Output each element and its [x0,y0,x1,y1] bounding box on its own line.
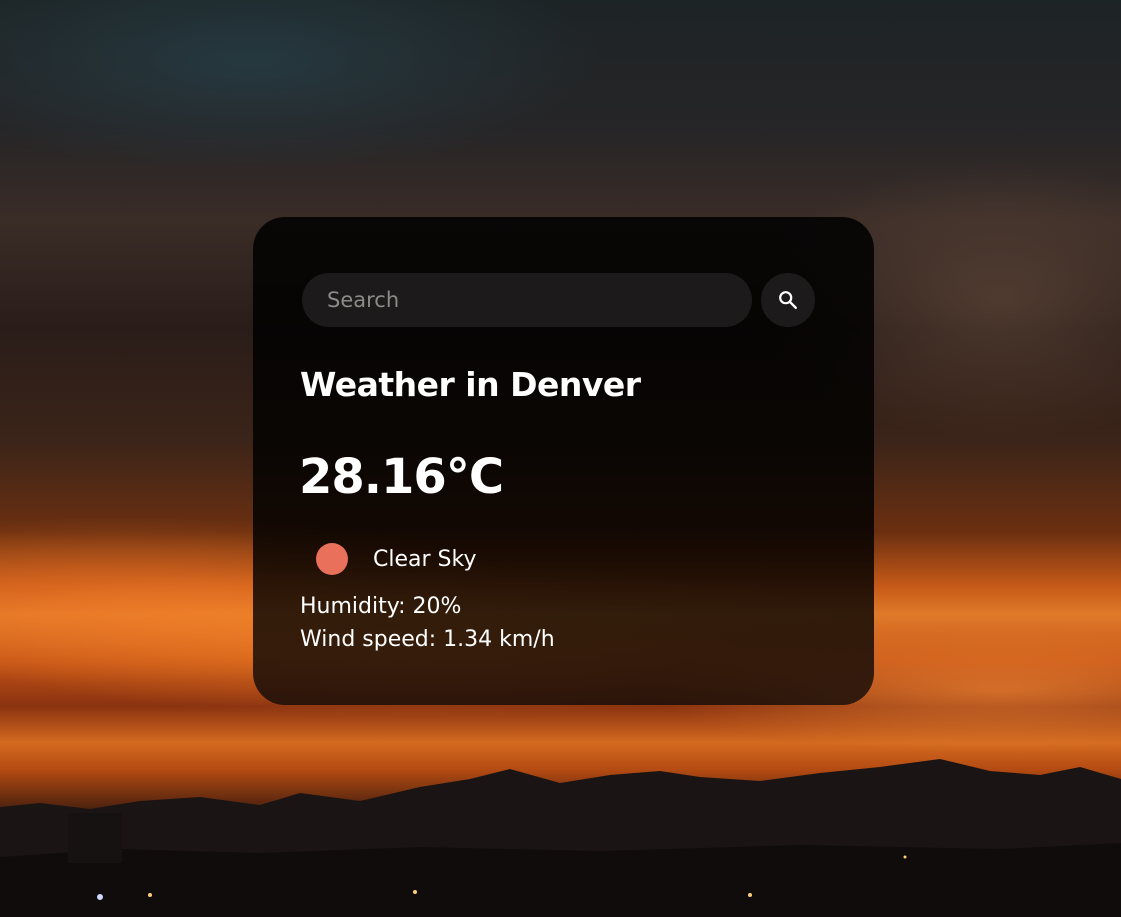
humidity-text: Humidity: 20% [300,594,462,619]
search-icon [779,291,797,309]
search-bar [302,273,815,327]
temperature: 28.16°C [299,449,504,505]
weather-condition: Clear Sky [316,543,476,575]
mountain-silhouette [0,759,1121,917]
search-button[interactable] [761,273,815,327]
clear-sky-icon [316,543,348,575]
wind-speed-text: Wind speed: 1.34 km/h [300,627,555,652]
search-input[interactable] [302,273,752,327]
weather-description: Clear Sky [373,546,477,572]
weather-card: Weather in Denver 28.16°C Clear Sky Humi… [253,217,874,705]
city-title: Weather in Denver [300,365,641,404]
